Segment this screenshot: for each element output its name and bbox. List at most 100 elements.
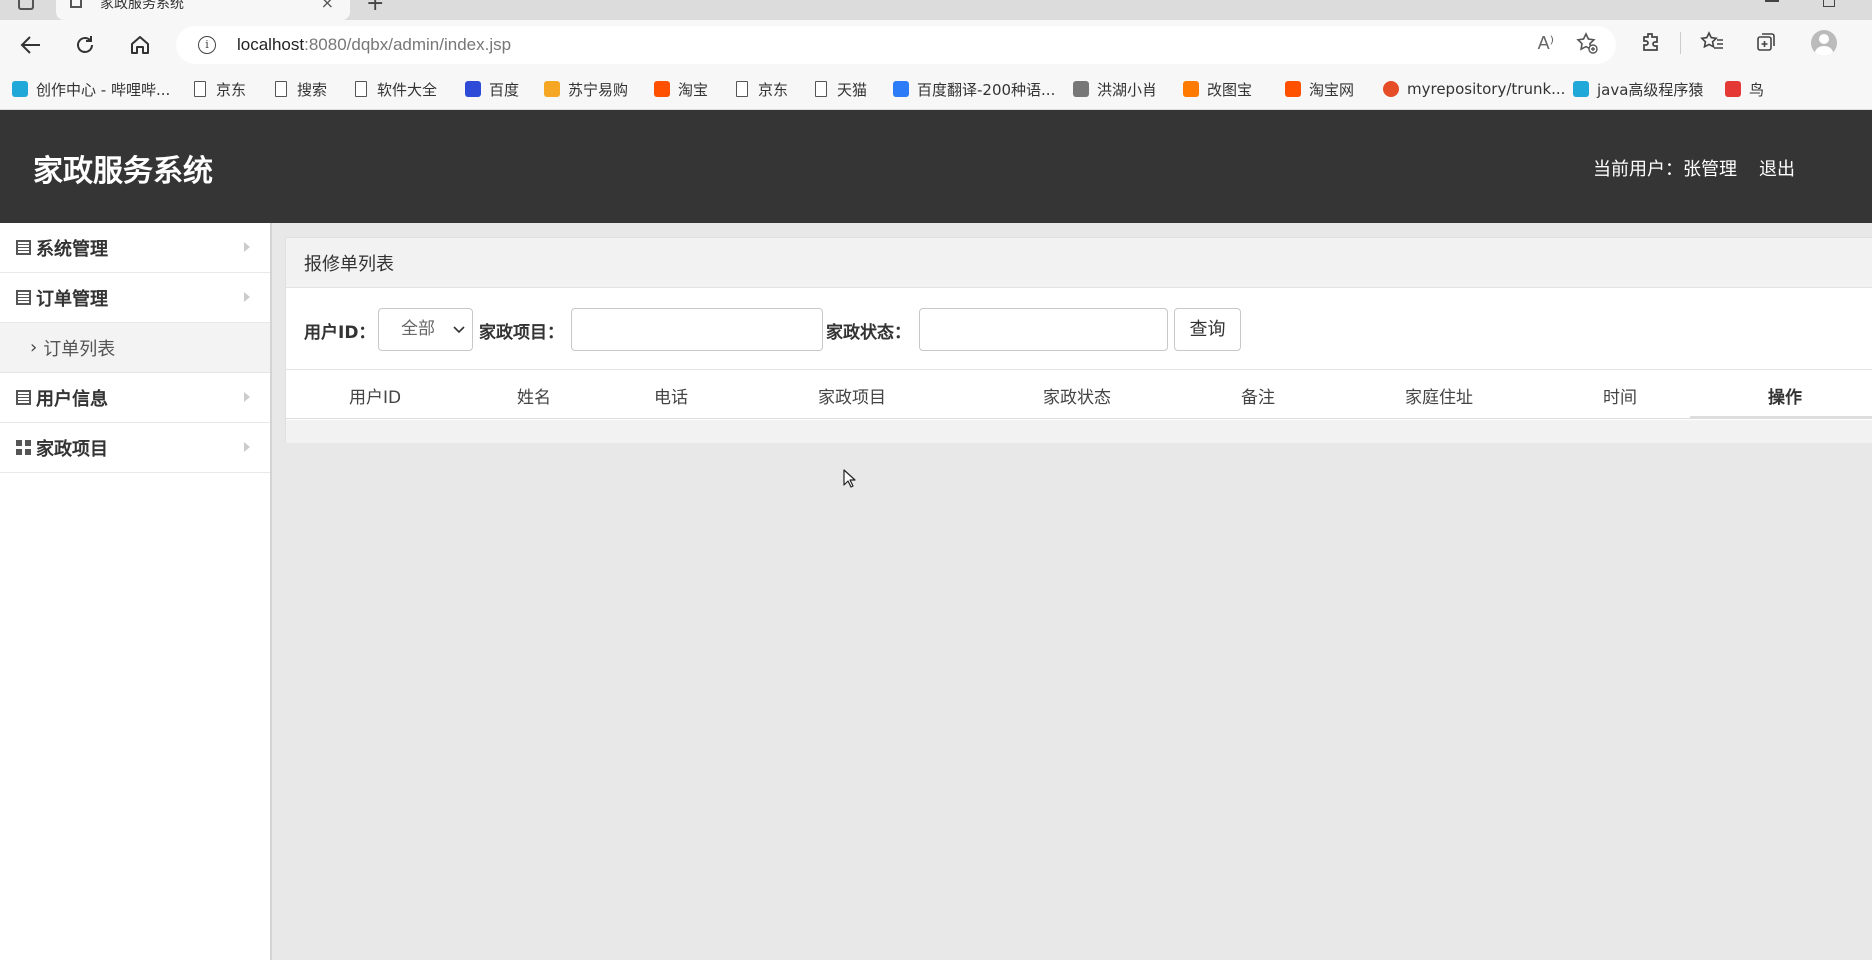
read-aloud-icon[interactable]: A⁾ (1538, 33, 1554, 54)
bookmark-item[interactable]: java高级程序猿 (1573, 78, 1703, 100)
bookmark-item[interactable]: 百度 (465, 78, 519, 100)
collections-icon[interactable] (1755, 31, 1777, 58)
reload-icon (77, 36, 93, 53)
tab-close-icon[interactable]: × (321, 0, 334, 12)
table-footer (286, 420, 1872, 443)
sidebar-item-user-info[interactable]: 用户信息 (0, 373, 270, 423)
column-header: 家庭住址 (1405, 388, 1473, 408)
status-label: 家政状态： (826, 323, 911, 343)
bookmark-label: 鸟 (1749, 80, 1765, 99)
sidebar-item-label: 订单管理 (36, 288, 108, 310)
reload-button[interactable] (71, 31, 99, 59)
tab-title: 家政服务系统 (100, 0, 184, 12)
profile-avatar[interactable] (1811, 30, 1837, 56)
address-bar[interactable]: i localhost:8080/dqbx/admin/index.jsp A⁾ (176, 26, 1616, 64)
baidu-translate-icon (893, 81, 909, 97)
back-arrow-icon (20, 36, 40, 54)
browser-tab-strip: 家政服务系统 × + (0, 0, 1872, 20)
page-icon (70, 0, 82, 8)
sidebar-item-label: 系统管理 (36, 238, 108, 260)
bookmark-label: 苏宁易购 (568, 80, 629, 99)
column-header: 备注 (1241, 388, 1275, 408)
sidebar-item-system[interactable]: 系统管理 (0, 223, 270, 273)
sidebar-subitem-order-list[interactable]: › 订单列表 (0, 323, 270, 373)
column-header: 家政项目 (818, 388, 886, 408)
bookmark-label: 洪湖小肖 (1097, 80, 1158, 99)
bookmark-label: 京东 (216, 80, 247, 99)
bird-icon (1725, 81, 1741, 97)
bookmark-item[interactable]: 洪湖小肖 (1073, 78, 1157, 100)
column-header: 用户ID (349, 388, 402, 408)
page-icon (736, 81, 748, 97)
bookmark-item[interactable]: 天猫 (815, 78, 867, 100)
bilibili-icon (1573, 81, 1589, 97)
taobao-icon (654, 81, 670, 97)
user-id-label: 用户ID： (304, 323, 376, 343)
status-input[interactable] (919, 308, 1168, 351)
bookmarks-bar: 创作中心 - 哔哩哔... 京东 搜索 软件大全 百度 苏宁易购 淘宝 京东 天猫 百度翻译-20… (0, 70, 1872, 110)
column-header: 电话 (654, 388, 688, 408)
caret-right-icon (244, 242, 250, 252)
restore-icon[interactable] (1823, 0, 1835, 7)
list-icon (16, 240, 31, 255)
bookmark-item[interactable]: 软件大全 (355, 78, 437, 100)
bookmark-item[interactable]: 淘宝 (654, 78, 708, 100)
extensions-icon[interactable] (1640, 31, 1662, 58)
grid-icon (16, 440, 31, 455)
home-button[interactable] (126, 31, 154, 59)
column-header-actions: 操作 (1768, 388, 1802, 408)
bookmark-label: 创作中心 - 哔哩哔... (36, 80, 171, 99)
url-host: localhost (237, 35, 305, 54)
bookmark-item[interactable]: 改图宝 (1183, 78, 1252, 100)
bookmark-item[interactable]: 淘宝网 (1285, 78, 1354, 100)
bookmark-item[interactable]: 京东 (736, 78, 788, 100)
sidebar-item-projects[interactable]: 家政项目 (0, 423, 270, 473)
browser-navbar: i localhost:8080/dqbx/admin/index.jsp A⁾ (0, 20, 1872, 70)
taobao-icon (1285, 81, 1301, 97)
column-header: 时间 (1603, 388, 1637, 408)
back-button[interactable] (17, 31, 45, 59)
sort-indicator (1690, 416, 1872, 419)
favorites-icon[interactable] (1700, 31, 1724, 58)
sidebar-toggle-icon[interactable] (18, 0, 34, 10)
sidebar-item-label: 家政项目 (36, 438, 108, 460)
url-text[interactable]: localhost:8080/dqbx/admin/index.jsp (237, 35, 511, 55)
bookmark-item[interactable]: 鸟 (1725, 78, 1764, 100)
bookmark-label: 搜索 (297, 80, 328, 99)
add-favorite-icon[interactable] (1576, 32, 1598, 59)
sidebar-item-label: 用户信息 (36, 388, 108, 410)
minimize-icon[interactable] (1765, 0, 1779, 2)
project-input[interactable] (571, 308, 823, 351)
bookmark-label: 天猫 (837, 80, 868, 99)
logout-link[interactable]: 退出 (1759, 155, 1795, 181)
panel-title: 报修单列表 (286, 238, 1872, 288)
bookmark-label: 百度翻译-200种语... (917, 80, 1056, 99)
suning-icon (544, 81, 560, 97)
filter-form: 用户ID： 全部 家政项目： 家政状态： 查询 (286, 288, 1872, 369)
bookmark-label: myrepository/trunk... (1407, 80, 1566, 98)
bookmark-item[interactable]: 京东 (194, 78, 246, 100)
bookmark-label: 京东 (758, 80, 789, 99)
home-icon (131, 36, 149, 54)
site-info-icon[interactable]: i (198, 36, 216, 54)
page-icon (194, 81, 206, 97)
page-icon (355, 81, 367, 97)
bookmark-item[interactable]: 百度翻译-200种语... (893, 78, 1055, 100)
bookmark-item[interactable]: 苏宁易购 (544, 78, 628, 100)
bookmark-item[interactable]: myrepository/trunk... (1383, 78, 1565, 100)
list-icon (16, 390, 31, 405)
app-header: 家政服务系统 当前用户：张管理 退出 (0, 110, 1872, 223)
sidebar-item-orders[interactable]: 订单管理 (0, 273, 270, 323)
list-icon (16, 290, 31, 305)
bookmark-item[interactable]: 搜索 (275, 78, 327, 100)
bookmark-label: java高级程序猿 (1597, 80, 1704, 99)
bookmark-item[interactable]: 创作中心 - 哔哩哔... (12, 78, 170, 100)
bookmark-label: 改图宝 (1207, 80, 1253, 99)
sidebar-item-label: 订单列表 (43, 338, 116, 360)
user-id-select[interactable]: 全部 (378, 308, 473, 351)
bookmark-label: 淘宝网 (1309, 80, 1355, 99)
browser-tab[interactable]: 家政服务系统 × (56, 0, 350, 20)
app-title: 家政服务系统 (33, 154, 213, 189)
new-tab-button[interactable]: + (366, 0, 384, 16)
query-button[interactable]: 查询 (1174, 308, 1241, 351)
